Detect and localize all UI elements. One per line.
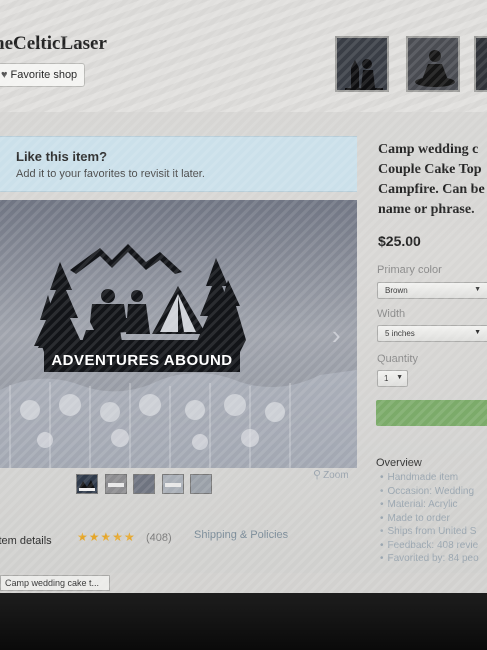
tab-shipping-policies[interactable]: Shipping & Policies <box>194 529 288 541</box>
quantity-value: 1 <box>384 374 389 383</box>
quantity-select[interactable]: 1 ▼ <box>377 370 408 387</box>
overview-item: • Favorited by: 84 peo <box>380 553 479 564</box>
zoom-label: Zoom <box>323 470 349 481</box>
overview-title: Overview <box>376 457 422 469</box>
listing-price: $25.00 <box>378 233 421 249</box>
image-thumbnail-5[interactable] <box>190 474 212 494</box>
primary-color-value: Brown <box>385 286 408 295</box>
zoom-control[interactable]: ⚲ Zoom <box>313 468 349 481</box>
favorite-prompt: Like this item? Add it to your favorites… <box>0 136 357 192</box>
image-thumbnail-3[interactable] <box>133 474 155 494</box>
image-thumbnail-2[interactable] <box>105 474 127 494</box>
overview-item: • Made to order <box>380 512 450 524</box>
primary-color-select[interactable]: Brown ▼ <box>377 282 487 299</box>
shop-name[interactable]: heCelticLaser <box>0 33 107 55</box>
next-image-arrow[interactable]: › <box>332 320 341 351</box>
product-image[interactable]: ADVENTURES ABOUND <box>0 200 357 468</box>
overview-list: • Handmade item • Occasion: Wedding • Mater… <box>380 471 479 566</box>
listing-title-line: Campfire. Can be <box>378 182 485 197</box>
status-tab[interactable]: Camp wedding cake t... <box>0 575 110 591</box>
overview-item: • Feedback: 408 revie <box>380 539 479 551</box>
monitor-bezel <box>0 593 487 650</box>
image-thumbnail-1[interactable] <box>76 474 98 494</box>
width-label: Width <box>377 308 406 320</box>
listing-title-line: name or phrase. <box>378 202 475 217</box>
tab-item-details[interactable]: item details <box>0 535 52 547</box>
overview-item: • Handmade item <box>380 472 459 483</box>
heart-icon: ♥ <box>1 69 8 81</box>
rating-stars[interactable]: ★★★★★ <box>77 530 136 544</box>
chevron-down-icon: ▼ <box>474 286 481 293</box>
chevron-down-icon: ▼ <box>396 374 403 381</box>
product-image-caption: ADVENTURES ABOUND <box>51 352 232 369</box>
add-to-cart-button[interactable] <box>376 400 487 426</box>
listing-title-line: Couple Cake Top <box>378 162 482 177</box>
chevron-down-icon: ▼ <box>474 329 481 336</box>
quantity-label: Quantity <box>377 353 418 365</box>
overview-item: • Material: Acrylic <box>380 499 458 510</box>
favorite-prompt-subtitle: Add it to your favorites to revisit it l… <box>16 168 205 180</box>
listing-title-line: Camp wedding c <box>378 142 479 157</box>
shop-thumbnail-3[interactable] <box>474 36 487 92</box>
shop-thumbnail-1[interactable] <box>335 36 389 92</box>
overview-item: • Occasion: Wedding <box>380 485 475 497</box>
width-select[interactable]: 5 inches ▼ <box>377 325 487 342</box>
shop-thumbnail-2[interactable] <box>406 36 460 92</box>
favorite-prompt-title: Like this item? <box>16 149 108 164</box>
image-thumbnail-4[interactable] <box>162 474 184 494</box>
primary-color-label: Primary color <box>377 264 442 276</box>
favorite-shop-label: Favorite shop <box>10 69 78 81</box>
listing-title: Camp wedding c Couple Cake Top Campfire.… <box>378 140 485 220</box>
magnifier-icon: ⚲ <box>313 469 322 481</box>
width-value: 5 inches <box>385 329 415 338</box>
review-count[interactable]: (408) <box>146 532 172 544</box>
overview-item: • Ships from United S <box>380 526 477 537</box>
favorite-shop-button[interactable]: ♥ Favorite shop <box>0 63 85 87</box>
browser-page: heCelticLaser ♥ Favorite shop Like this i… <box>0 0 487 605</box>
